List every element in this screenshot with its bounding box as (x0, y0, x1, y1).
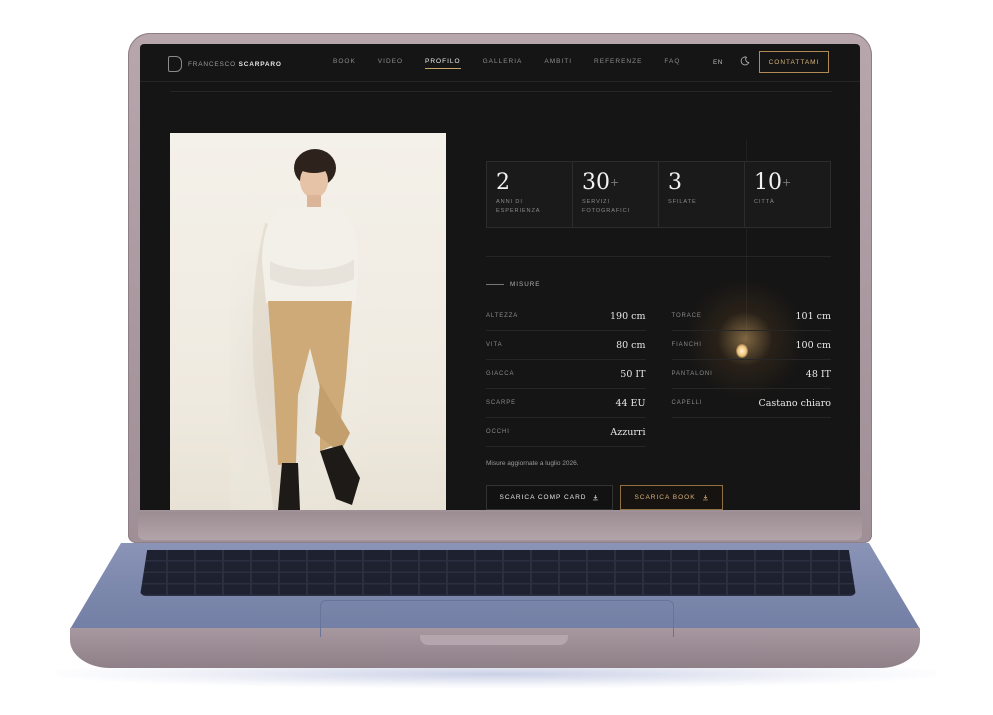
website-screen: FRANCESCO SCARPARO BOOK VIDEO PROFILO GA… (140, 44, 860, 510)
measure-label: PANTALONI (671, 371, 713, 377)
measure-label: SCARPE (486, 400, 517, 406)
stat-plus: + (782, 176, 792, 189)
stat-value: 3 (668, 170, 682, 195)
measure-label: ALTEZZA (486, 313, 519, 319)
measures-table: ALTEZZA 190 cm TORACE 101 cm VITA 80 cm FIA… (486, 302, 831, 447)
measures-row: VITA 80 cm FIANCHI 100 cm (486, 331, 831, 360)
measure-value: 80 cm (616, 339, 646, 351)
measure-value: 50 IT (620, 368, 646, 380)
measure-value: 190 cm (610, 310, 646, 322)
measure-value: Castano chiaro (758, 397, 831, 409)
language-switch[interactable]: EN (713, 59, 723, 66)
logo-text: FRANCESCO SCARPARO (188, 61, 282, 68)
download-comp-card-button[interactable]: SCARICA COMP CARD (486, 485, 613, 510)
laptop-hinge (138, 512, 862, 540)
laptop-notch (420, 635, 568, 645)
measure-item: PANTALONI 48 IT (671, 360, 831, 389)
nav-book[interactable]: BOOK (333, 58, 356, 69)
logo-mark-icon (168, 56, 182, 72)
button-label: SCARICA BOOK (634, 494, 696, 501)
laptop-keyboard (140, 550, 856, 596)
stat-value: 10 (754, 170, 782, 195)
nav-video[interactable]: VIDEO (378, 58, 403, 69)
measure-value: Azzurri (610, 426, 646, 438)
nav-galleria[interactable]: GALLERIA (483, 58, 523, 69)
measure-item: FIANCHI 100 cm (671, 331, 831, 360)
contact-button[interactable]: CONTATTAMI (759, 51, 829, 73)
download-icon (702, 494, 708, 501)
measure-item: GIACCA 50 IT (486, 360, 646, 389)
stat-item: 2 ANNI DI ESPERIENZA (487, 162, 573, 227)
main-menu: BOOK VIDEO PROFILO GALLERIA AMBITI REFER… (333, 58, 680, 69)
measure-label: TORACE (671, 313, 702, 319)
measures-row: SCARPE 44 EU CAPELLI Castano chiaro (486, 389, 831, 418)
model-figure-illustration (230, 149, 390, 510)
divider (486, 256, 831, 257)
measure-label: FIANCHI (671, 342, 702, 348)
measures-row: OCCHI Azzurri (486, 418, 831, 447)
model-portrait (170, 133, 446, 510)
stat-label: CITTÀ (754, 199, 775, 205)
stat-label: SERVIZI FOTOGRAFICI (582, 199, 631, 214)
measure-value: 44 EU (615, 397, 646, 409)
measures-note: Misure aggiornate a luglio 2026. (486, 460, 579, 467)
nav-ambiti[interactable]: AMBITI (544, 58, 572, 69)
measure-empty (672, 418, 832, 447)
stat-item: 3 SFILATE (659, 162, 745, 227)
nav-faq[interactable]: FAQ (664, 58, 680, 69)
download-book-button[interactable]: SCARICA BOOK (620, 485, 723, 510)
measure-value: 100 cm (795, 339, 831, 351)
measure-item: ALTEZZA 190 cm (486, 302, 646, 331)
measures-row: ALTEZZA 190 cm TORACE 101 cm (486, 302, 831, 331)
stat-value: 2 (496, 170, 510, 195)
measure-item: VITA 80 cm (486, 331, 646, 360)
divider (170, 91, 832, 92)
button-label: SCARICA COMP CARD (499, 494, 587, 501)
stat-value: 30 (582, 170, 610, 195)
stat-item: 10+ CITTÀ (745, 162, 830, 227)
measures-row: GIACCA 50 IT PANTALONI 48 IT (486, 360, 831, 389)
logo-first-name: FRANCESCO (188, 60, 237, 68)
stats-strip: 2 ANNI DI ESPERIENZA 30+ SERVIZI FOTOGRA… (486, 161, 831, 228)
nav-profilo[interactable]: PROFILO (425, 58, 461, 69)
laptop-trackpad (320, 600, 674, 637)
nav-referenze[interactable]: REFERENZE (594, 58, 642, 69)
measures-heading: MISURE (486, 281, 541, 288)
measure-label: GIACCA (486, 371, 515, 377)
navbar: FRANCESCO SCARPARO BOOK VIDEO PROFILO GA… (140, 44, 860, 82)
measure-item: CAPELLI Castano chiaro (671, 389, 831, 418)
download-icon (593, 494, 599, 501)
measure-label: CAPELLI (671, 400, 703, 406)
heading-line (486, 284, 504, 285)
measure-item: SCARPE 44 EU (486, 389, 646, 418)
stat-plus: + (610, 176, 620, 189)
stat-item: 30+ SERVIZI FOTOGRAFICI (573, 162, 659, 227)
measure-value: 101 cm (795, 310, 831, 322)
moon-icon[interactable] (740, 56, 750, 66)
logo[interactable]: FRANCESCO SCARPARO (168, 56, 282, 72)
measure-label: OCCHI (486, 429, 510, 435)
measure-label: VITA (486, 342, 503, 348)
measure-item: TORACE 101 cm (671, 302, 831, 331)
measure-item: OCCHI Azzurri (486, 418, 646, 447)
stat-label: SFILATE (668, 199, 697, 205)
logo-last-name: SCARPARO (238, 60, 282, 68)
measures-title: MISURE (510, 281, 541, 288)
stat-label: ANNI DI ESPERIENZA (496, 199, 541, 214)
measure-value: 48 IT (805, 368, 831, 380)
